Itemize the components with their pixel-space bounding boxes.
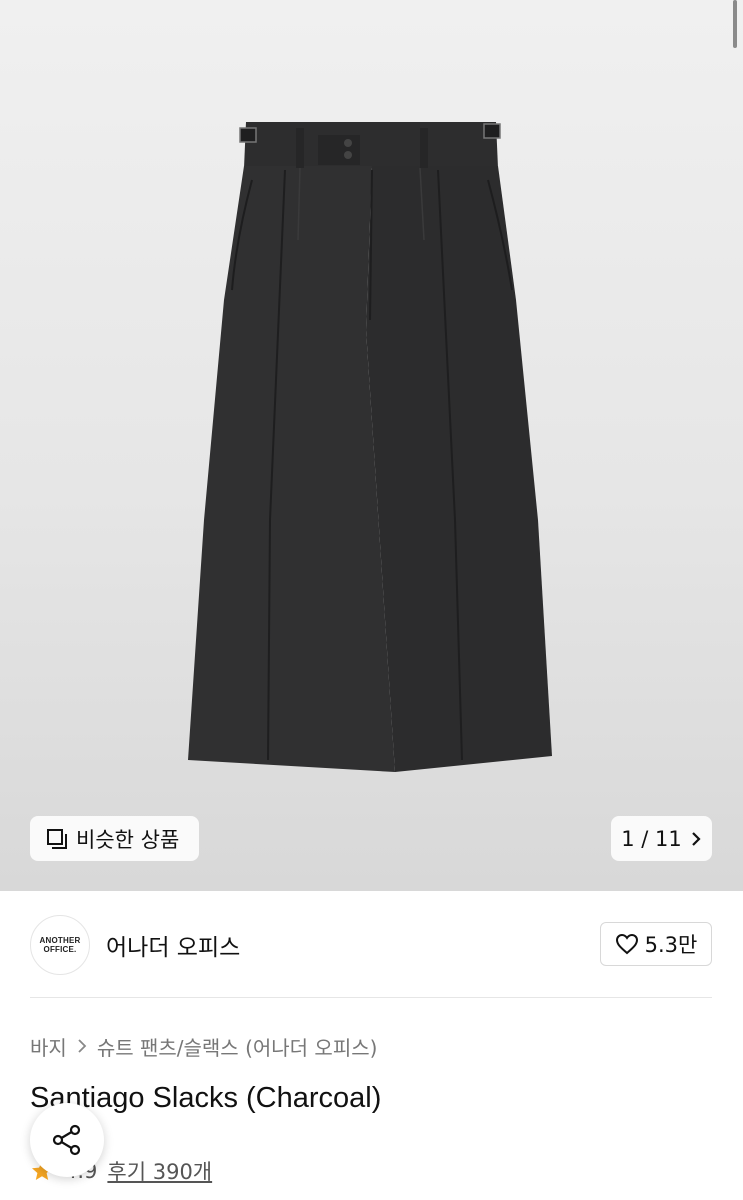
product-image-carousel[interactable]: 비슷한 상품 1 / 11	[0, 0, 743, 891]
product-page: 비슷한 상품 1 / 11 ANOTHER OFFICE. 어나더 오피스 5.…	[0, 0, 743, 1200]
image-counter: 1 / 11	[621, 826, 682, 851]
breadcrumb: 바지 슈트 팬츠/슬랙스 (어나더 오피스)	[30, 1030, 377, 1062]
brand-row: ANOTHER OFFICE. 어나더 오피스 5.3만	[30, 914, 712, 976]
share-button[interactable]	[30, 1103, 104, 1177]
product-image	[188, 122, 552, 772]
divider	[30, 997, 712, 998]
similar-products-button[interactable]: 비슷한 상품	[30, 816, 199, 861]
brand-logo-line1: ANOTHER	[39, 936, 81, 945]
scroll-indicator[interactable]	[733, 0, 737, 48]
review-count-link[interactable]: 후기 390개	[107, 1156, 212, 1186]
image-counter-button[interactable]: 1 / 11	[611, 816, 712, 861]
chevron-right-icon	[691, 831, 701, 846]
brand-like-button[interactable]: 5.3만	[600, 922, 712, 966]
brand-logo[interactable]: ANOTHER OFFICE.	[30, 915, 90, 975]
chevron-right-icon	[78, 1039, 87, 1053]
copy-squares-icon	[47, 828, 67, 849]
similar-products-label: 비슷한 상품	[76, 827, 180, 852]
share-icon	[52, 1124, 81, 1156]
breadcrumb-item-category[interactable]: 바지	[30, 1032, 67, 1061]
breadcrumb-item-subcategory[interactable]: 슈트 팬츠/슬랙스 (어나더 오피스)	[97, 1032, 378, 1061]
brand-logo-line2: OFFICE.	[43, 945, 77, 954]
heart-outline-icon	[615, 933, 638, 955]
brand-like-count: 5.3만	[644, 933, 698, 957]
brand-name[interactable]: 어나더 오피스	[106, 928, 240, 962]
